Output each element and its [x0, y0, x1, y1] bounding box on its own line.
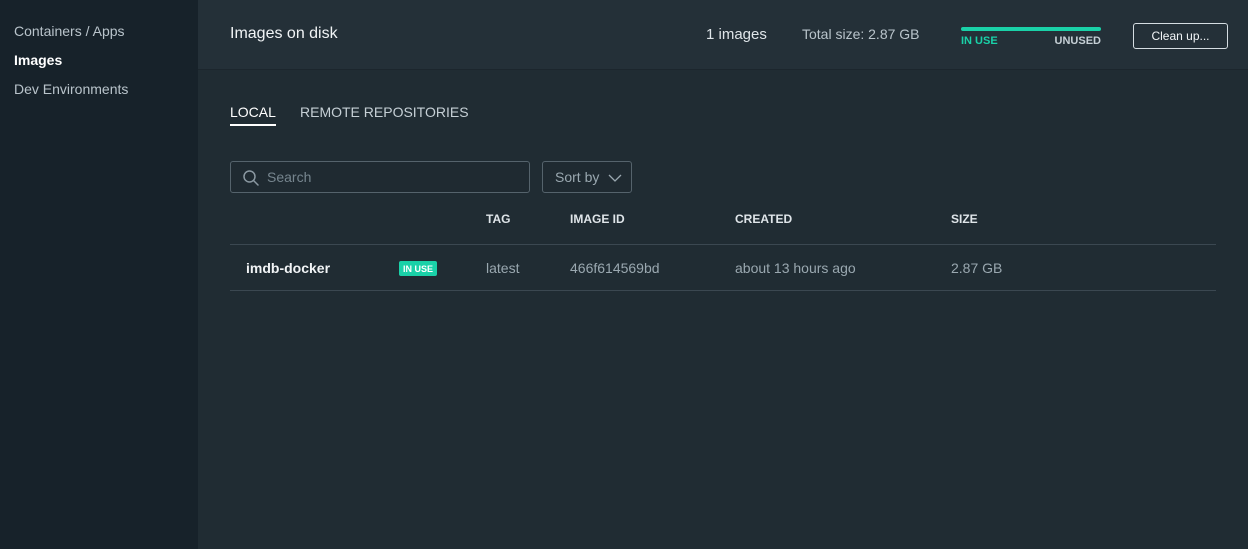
usage-in-use-label: IN USE [961, 35, 998, 47]
image-tag: latest [486, 260, 520, 276]
column-header-image-id[interactable]: IMAGE ID [570, 212, 625, 226]
usage-unused-label: UNUSED [1054, 35, 1101, 47]
sidebar-item-containers-apps[interactable]: Containers / Apps [0, 20, 198, 49]
header-bar: Images on disk 1 images Total size: 2.87… [198, 0, 1248, 70]
column-header-created[interactable]: CREATED [735, 212, 792, 226]
sidebar: Containers / Apps Images Dev Environment… [0, 0, 198, 549]
sort-by-dropdown[interactable]: Sort by [542, 161, 632, 193]
image-name: imdb-docker [246, 260, 331, 276]
table-divider [230, 290, 1216, 291]
usage-track [961, 27, 1101, 31]
table-row[interactable]: imdb-docker IN USE latest 466f614569bd a… [230, 245, 1216, 291]
column-header-tag[interactable]: TAG [486, 212, 510, 226]
sort-by-label: Sort by [555, 169, 600, 185]
in-use-badge: IN USE [399, 261, 438, 276]
tab-remote-repositories[interactable]: REMOTE REPOSITORIES [300, 104, 469, 124]
column-header-size[interactable]: SIZE [951, 212, 978, 226]
tab-local[interactable]: LOCAL [230, 104, 276, 126]
chevron-down-icon [608, 174, 622, 182]
usage-fill [961, 27, 1101, 31]
clean-up-button[interactable]: Clean up... [1133, 23, 1228, 49]
page-title: Images on disk [230, 25, 338, 42]
disk-usage-bar: IN USE UNUSED [961, 27, 1101, 51]
sidebar-item-dev-environments[interactable]: Dev Environments [0, 78, 198, 107]
search-box [230, 161, 530, 193]
total-size: Total size: 2.87 GB [802, 26, 920, 42]
image-size: 2.87 GB [951, 260, 1003, 276]
image-count: 1 images [706, 26, 767, 43]
main-panel: Images on disk 1 images Total size: 2.87… [198, 0, 1248, 549]
search-input[interactable] [267, 162, 523, 192]
image-created: about 13 hours ago [735, 260, 856, 276]
sidebar-item-images[interactable]: Images [0, 49, 198, 78]
search-icon [243, 170, 259, 186]
image-id: 466f614569bd [570, 260, 660, 276]
